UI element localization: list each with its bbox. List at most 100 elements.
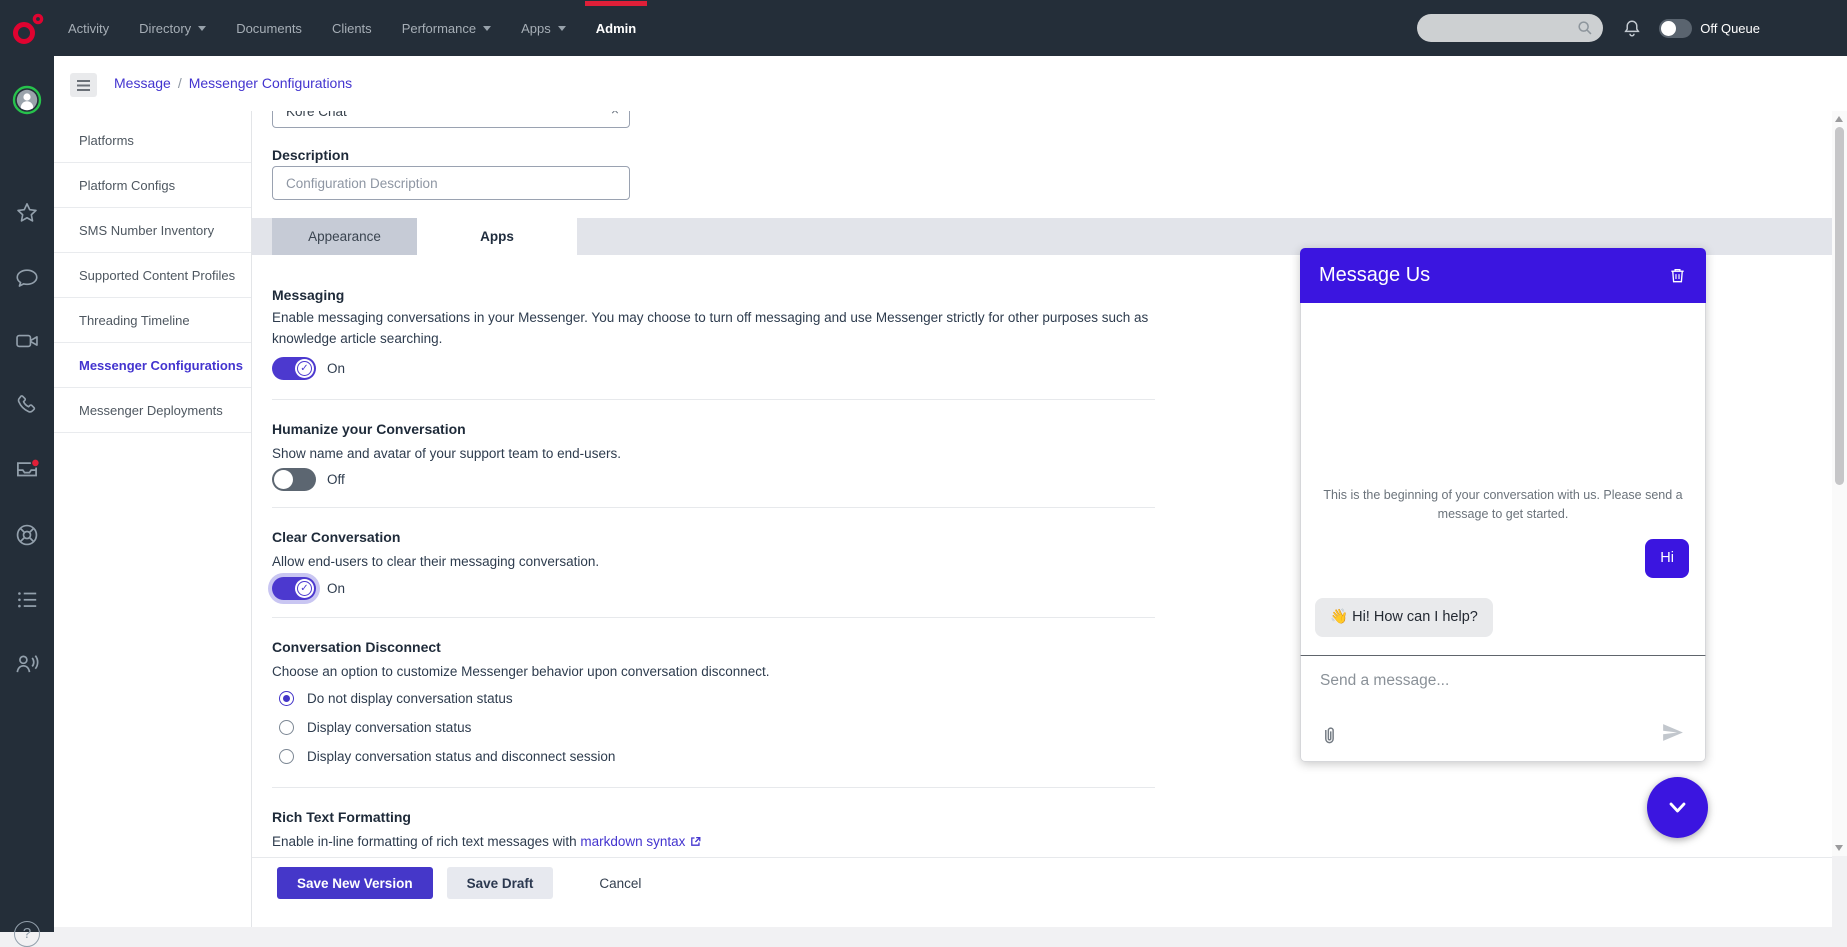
nav-item-activity[interactable]: Activity: [68, 21, 109, 36]
chevron-down-icon: [483, 25, 492, 31]
messaging-toggle-label: On: [327, 361, 346, 376]
conversation-disconnect-title: Conversation Disconnect: [272, 639, 441, 655]
favorites-star-icon[interactable]: [14, 200, 40, 226]
sidebar-item-sms-number-inventory[interactable]: SMS Number Inventory: [54, 208, 251, 253]
message-input[interactable]: [1320, 672, 1620, 690]
clear-conversation-description: Allow end-users to clear their messaging…: [272, 554, 600, 569]
send-message-icon[interactable]: [1660, 720, 1685, 745]
clear-conversation-toggle[interactable]: ✓: [272, 577, 316, 600]
tab-apps[interactable]: Apps: [417, 218, 577, 255]
messaging-description: Enable messaging conversations in your M…: [272, 310, 1149, 346]
humanize-toggle-label: Off: [327, 472, 345, 487]
vertical-scrollbar[interactable]: [1832, 111, 1847, 856]
nav-item-clients[interactable]: Clients: [332, 21, 372, 36]
markdown-syntax-link[interactable]: markdown syntax: [580, 834, 685, 849]
section-divider: [272, 399, 1155, 400]
breadcrumb-current: Messenger Configurations: [188, 75, 353, 91]
top-navigation-bar: Activity Directory Documents Clients Per…: [0, 0, 1847, 56]
clear-conversation-toggle-label: On: [327, 581, 346, 596]
nav-item-documents[interactable]: Documents: [236, 21, 302, 36]
humanize-toggle[interactable]: [272, 468, 316, 491]
clear-conversation-title: Clear Conversation: [272, 529, 401, 545]
settings-sidebar: Platforms Platform Configs SMS Number In…: [54, 111, 252, 927]
scrollbar-thumb[interactable]: [1835, 127, 1844, 485]
sidebar-item-messenger-configurations[interactable]: Messenger Configurations: [54, 343, 251, 388]
notification-dot: [30, 458, 41, 468]
page-header: Message / Messenger Configurations: [54, 56, 1847, 111]
off-queue-label: Off Queue: [1700, 20, 1760, 36]
messenger-preview-widget: Message Us This is the beginning of your…: [1300, 248, 1706, 762]
section-divider: [272, 617, 1155, 618]
inbox-icon[interactable]: [13, 455, 41, 483]
section-divider: [272, 787, 1155, 788]
attachment-paperclip-icon[interactable]: [1318, 725, 1340, 747]
description-input[interactable]: [272, 166, 630, 200]
sidebar-item-threading-timeline[interactable]: Threading Timeline: [54, 298, 251, 343]
video-camera-icon[interactable]: [14, 328, 40, 354]
sidebar-item-supported-content-profiles[interactable]: Supported Content Profiles: [54, 253, 251, 298]
section-divider: [272, 507, 1155, 508]
save-draft-button[interactable]: Save Draft: [446, 867, 554, 899]
radio-do-not-display-status[interactable]: Do not display conversation status: [279, 691, 513, 706]
bot-message-bubble: 👋 Hi! How can I help?: [1315, 598, 1493, 637]
search-icon: [1578, 21, 1592, 35]
sidebar-item-platform-configs[interactable]: Platform Configs: [54, 163, 251, 208]
genesys-logo[interactable]: [10, 9, 48, 47]
configuration-name-field: ×: [272, 111, 630, 128]
messenger-launcher-button[interactable]: [1647, 777, 1708, 838]
rich-text-title: Rich Text Formatting: [272, 809, 411, 825]
messaging-toggle[interactable]: ✓: [272, 357, 316, 380]
radio-display-status[interactable]: Display conversation status: [279, 720, 471, 735]
breadcrumb: Message / Messenger Configurations: [114, 75, 352, 91]
sidebar-collapse-button[interactable]: [70, 73, 97, 97]
notifications-bell-icon[interactable]: [1621, 17, 1643, 39]
check-icon: ✓: [297, 581, 312, 596]
toggle-knob: [1661, 20, 1677, 36]
queue-status-toggle[interactable]: [1659, 18, 1693, 38]
user-message-bubble: Hi: [1645, 539, 1689, 578]
nav-item-performance[interactable]: Performance: [402, 21, 492, 36]
queue-list-icon[interactable]: [14, 587, 40, 613]
radio-button: [279, 749, 294, 764]
messaging-title: Messaging: [272, 287, 345, 303]
messenger-title: Message Us: [1319, 264, 1431, 286]
humanize-toggle-row: Off: [272, 468, 345, 491]
scrollbar-up-arrow[interactable]: [1835, 116, 1843, 122]
nav-item-admin[interactable]: Admin: [584, 0, 648, 36]
phone-icon[interactable]: [14, 392, 40, 418]
trash-icon[interactable]: [1668, 266, 1687, 285]
configuration-name-input[interactable]: [272, 111, 630, 128]
messenger-conversation-area: This is the beginning of your conversati…: [1300, 303, 1706, 655]
external-link-icon: [691, 836, 701, 846]
rich-text-description: Enable in-line formatting of rich text m…: [272, 831, 1152, 852]
breadcrumb-message-link[interactable]: Message: [114, 75, 171, 91]
hamburger-icon: [77, 79, 90, 91]
sidebar-item-messenger-deployments[interactable]: Messenger Deployments: [54, 388, 251, 433]
tab-appearance[interactable]: Appearance: [272, 218, 417, 255]
sidebar-item-platforms[interactable]: Platforms: [54, 118, 251, 163]
messenger-composer: [1300, 655, 1706, 762]
cancel-button[interactable]: Cancel: [579, 867, 661, 899]
clear-conversation-toggle-row: ✓ On: [272, 577, 345, 600]
radio-button: [279, 720, 294, 735]
clear-icon[interactable]: ×: [611, 111, 619, 117]
left-icon-rail: ?: [0, 56, 54, 947]
radio-button-selected: [279, 691, 294, 706]
humanize-title: Humanize your Conversation: [272, 421, 466, 437]
user-avatar[interactable]: [12, 85, 42, 115]
nav-item-directory[interactable]: Directory: [139, 21, 207, 36]
chat-bubble-icon[interactable]: [14, 265, 40, 291]
help-icon[interactable]: ?: [14, 921, 40, 947]
breadcrumb-separator: /: [177, 75, 182, 91]
messaging-toggle-row: ✓ On: [272, 357, 345, 380]
chevron-down-icon: [557, 25, 566, 31]
interactions-icon[interactable]: [14, 522, 41, 549]
check-icon: ✓: [297, 361, 312, 376]
agent-audio-icon[interactable]: [14, 651, 41, 678]
scrollbar-down-arrow[interactable]: [1835, 845, 1843, 851]
conversation-disconnect-description: Choose an option to customize Messenger …: [272, 664, 770, 679]
radio-display-status-and-disconnect[interactable]: Display conversation status and disconne…: [279, 749, 615, 764]
nav-item-apps[interactable]: Apps: [521, 21, 566, 36]
form-actions-bar: Save New Version Save Draft Cancel: [252, 857, 1832, 899]
save-new-version-button[interactable]: Save New Version: [277, 867, 433, 899]
